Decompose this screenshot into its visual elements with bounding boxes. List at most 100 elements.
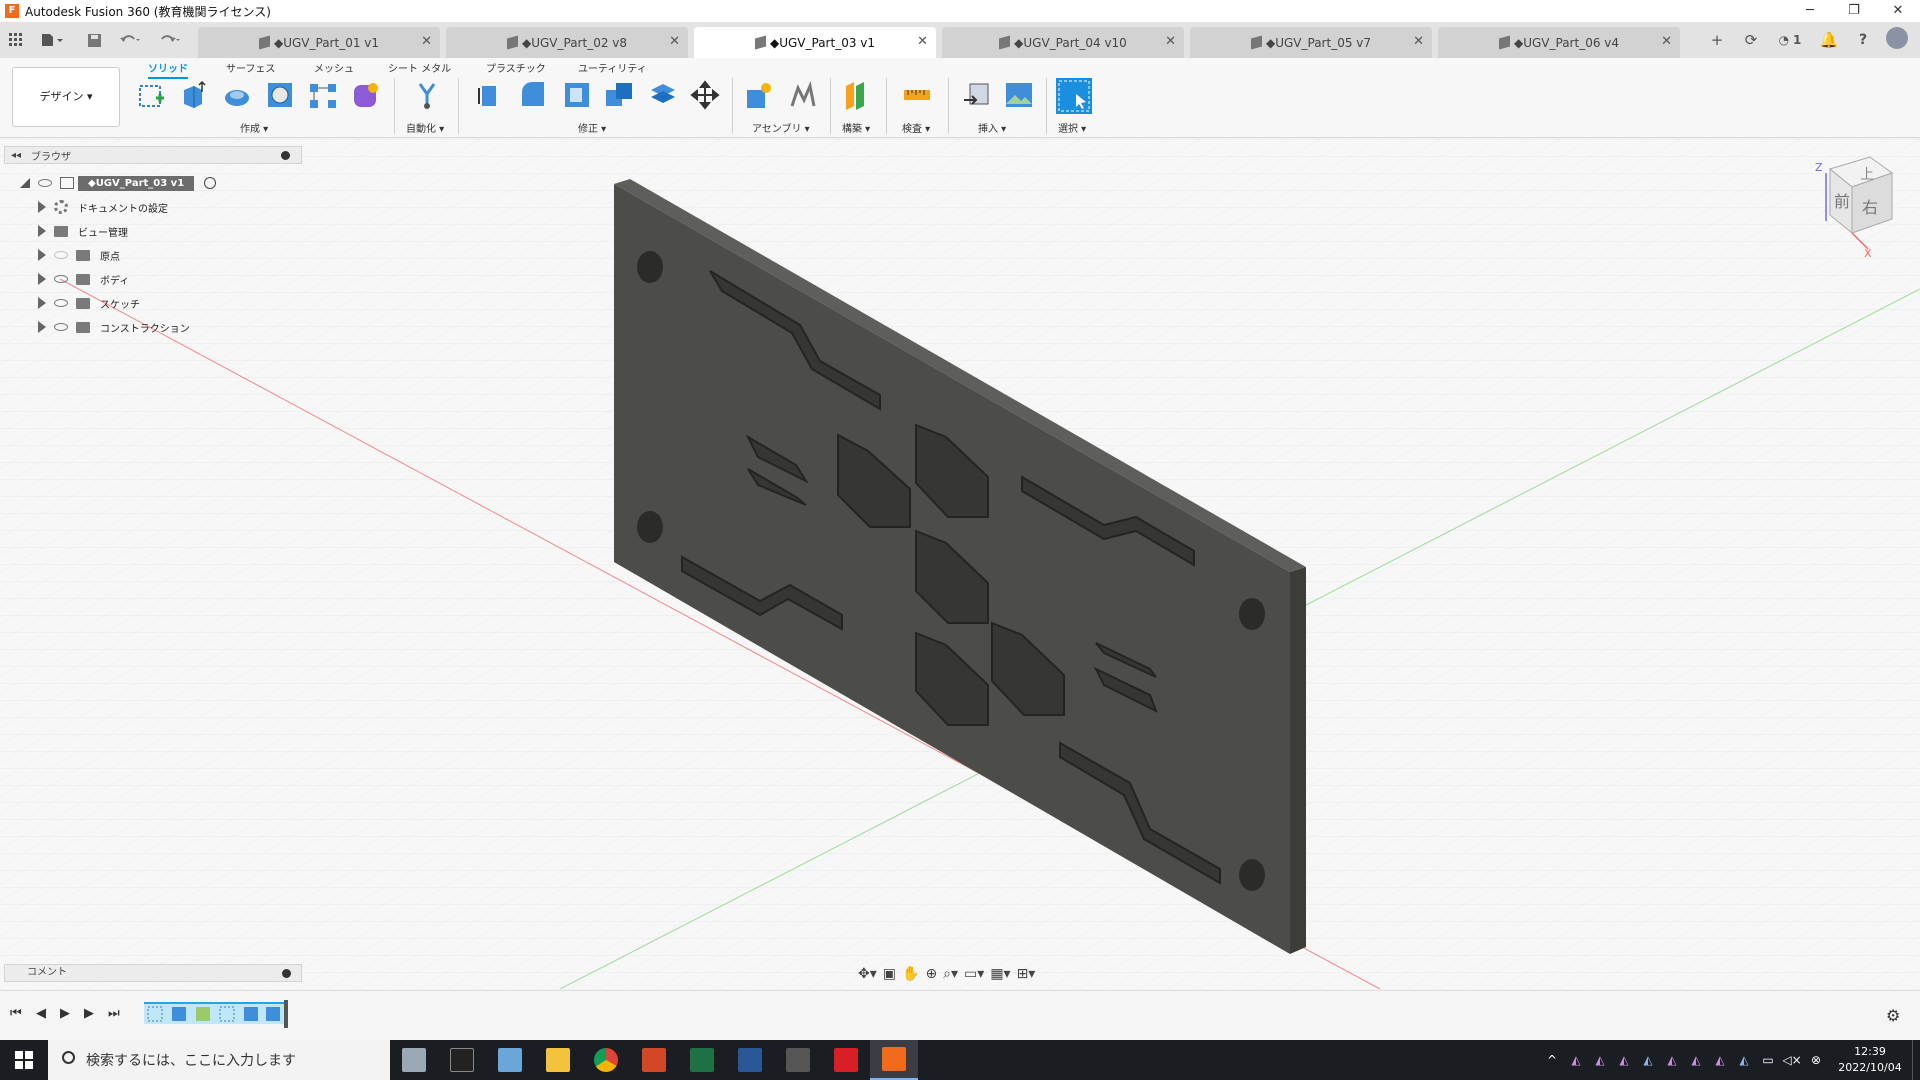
visibility-eye-hidden-icon[interactable]	[54, 251, 68, 259]
restore-button[interactable]: ❐	[1832, 0, 1876, 22]
create-group-label[interactable]: 作成 ▾	[240, 120, 268, 135]
show-desktop-button[interactable]	[1912, 1040, 1920, 1080]
extrude-icon[interactable]	[178, 80, 208, 110]
browser-item-origin[interactable]: 原点	[38, 245, 120, 265]
timeline-features[interactable]	[144, 1002, 284, 1024]
insert-canvas-icon[interactable]	[1004, 80, 1034, 110]
inspect-group-label[interactable]: 検査 ▾	[902, 120, 930, 135]
tab-ugv-part-03[interactable]: ◆UGV_Part_03 v1 ✕	[694, 27, 936, 58]
automate-group-label[interactable]: 自動化 ▾	[406, 120, 444, 135]
joint-icon[interactable]	[788, 80, 818, 110]
browser-item-construction[interactable]: コンストラクション	[38, 317, 190, 337]
fusion-360-taskbar-icon[interactable]	[870, 1040, 918, 1080]
viewports-icon[interactable]: ⊞▾	[1017, 966, 1036, 982]
automate-icon[interactable]	[412, 80, 442, 110]
timeline-settings-gear-icon[interactable]: ⚙	[1886, 1006, 1900, 1025]
notifications-bell-icon[interactable]: 🔔	[1812, 31, 1846, 49]
look-at-icon[interactable]: ▣	[883, 966, 896, 982]
file-explorer-icon[interactable]	[534, 1040, 582, 1080]
powerpoint-icon[interactable]	[630, 1040, 678, 1080]
expand-triangle-icon[interactable]	[38, 201, 46, 213]
close-tab-icon[interactable]: ✕	[1165, 34, 1176, 49]
job-status-icon[interactable]: ◔ 1	[1768, 33, 1812, 47]
measure-icon[interactable]	[902, 80, 932, 110]
visibility-eye-icon[interactable]	[54, 323, 68, 331]
timeline-extrude-icon[interactable]	[266, 1007, 280, 1021]
play-icon[interactable]: ▶	[60, 1006, 70, 1021]
browser-header[interactable]: ◂◂ ブラウザ	[4, 146, 302, 164]
expand-triangle-icon[interactable]	[38, 321, 46, 333]
tab-ugv-part-02[interactable]: ◆UGV_Part_02 v8 ✕	[446, 27, 688, 58]
task-view-app-icon[interactable]	[390, 1040, 438, 1080]
user-avatar[interactable]	[1880, 27, 1914, 53]
grid-settings-icon[interactable]: ▦▾	[990, 966, 1010, 982]
workspace-switcher[interactable]: デザイン ▾	[12, 67, 120, 127]
display-settings-icon[interactable]: ▭▾	[964, 966, 984, 982]
insert-derive-icon[interactable]	[962, 80, 992, 110]
tray-app-icon[interactable]: ◭	[1564, 1053, 1588, 1067]
tray-app-icon[interactable]: ◭	[1588, 1053, 1612, 1067]
visibility-eye-icon[interactable]	[38, 179, 52, 187]
pattern-icon[interactable]	[308, 80, 338, 110]
browser-item-bodies[interactable]: ボディ	[38, 269, 129, 289]
tray-app-icon[interactable]: ◭	[1636, 1053, 1660, 1067]
ribbon-tab-plastic[interactable]: プラスチック	[486, 60, 546, 75]
assemble-group-label[interactable]: アセンブリ ▾	[752, 120, 810, 135]
fit-window-icon[interactable]: ⌕▾	[943, 966, 958, 982]
timeline-sketch-icon[interactable]	[147, 1006, 163, 1022]
tray-app-icon[interactable]: ◭	[1684, 1053, 1708, 1067]
taskbar-clock[interactable]: 12:39 2022/10/04	[1828, 1044, 1912, 1076]
select-group-label[interactable]: 選択 ▾	[1058, 120, 1086, 135]
modify-group-label[interactable]: 修正 ▾	[578, 120, 606, 135]
expand-triangle-icon[interactable]	[38, 273, 46, 285]
zoom-icon[interactable]: ⊕	[925, 966, 937, 982]
windows-start-icon[interactable]	[0, 1040, 48, 1080]
construct-group-label[interactable]: 構築 ▾	[842, 120, 870, 135]
go-to-end-icon[interactable]: ⏭	[108, 1006, 120, 1021]
ribbon-tab-solid[interactable]: ソリッド	[148, 60, 188, 79]
activate-radio-icon[interactable]	[204, 177, 217, 189]
tray-app-icon[interactable]: ◭	[1732, 1053, 1756, 1067]
extensions-icon[interactable]: ⟳	[1734, 31, 1768, 49]
volume-icon[interactable]: ◁×	[1780, 1053, 1804, 1067]
comments-panel[interactable]: コメント	[4, 964, 302, 982]
undo-icon[interactable]	[116, 22, 144, 58]
taskbar-search-box[interactable]: 検索するには、ここに入力します	[48, 1040, 390, 1080]
browser-item-document-settings[interactable]: ドキュメントの設定	[38, 197, 168, 217]
solidworks-icon[interactable]	[822, 1040, 870, 1080]
browser-root-node[interactable]: ◆UGV_Part_03 v1	[20, 173, 217, 193]
redo-icon[interactable]	[156, 22, 184, 58]
sketch-tool-icon[interactable]	[774, 1040, 822, 1080]
go-to-start-icon[interactable]: ⏮	[10, 1006, 22, 1021]
word-icon[interactable]	[726, 1040, 774, 1080]
expanded-triangle-icon[interactable]	[20, 178, 30, 188]
revolve-icon[interactable]	[222, 80, 252, 110]
pan-hand-icon[interactable]: ✋	[902, 966, 919, 982]
file-menu-icon[interactable]	[38, 22, 66, 58]
offset-face-icon[interactable]	[648, 80, 678, 110]
tab-ugv-part-04[interactable]: ◆UGV_Part_04 v10 ✕	[942, 27, 1184, 58]
tray-app-icon[interactable]: ◭	[1660, 1053, 1684, 1067]
ribbon-tab-sheet-metal[interactable]: シート メタル	[388, 60, 451, 75]
offset-plane-icon[interactable]	[842, 80, 872, 110]
notes-app-icon[interactable]	[486, 1040, 534, 1080]
add-comment-icon[interactable]	[282, 969, 291, 978]
step-forward-icon[interactable]: ▶	[84, 1006, 94, 1021]
expand-triangle-icon[interactable]	[38, 225, 46, 237]
ribbon-tab-mesh[interactable]: メッシュ	[314, 60, 354, 75]
timeline-marker[interactable]	[284, 1000, 288, 1028]
step-back-icon[interactable]: ◀	[36, 1006, 46, 1021]
close-tab-icon[interactable]: ✕	[421, 34, 432, 49]
tray-app-icon[interactable]: ◭	[1612, 1053, 1636, 1067]
close-tab-icon[interactable]: ✕	[1661, 34, 1672, 49]
terminal-app-icon[interactable]	[438, 1040, 486, 1080]
close-tab-icon[interactable]: ✕	[669, 34, 680, 49]
pin-panel-icon[interactable]	[281, 150, 290, 160]
move-copy-icon[interactable]	[690, 80, 720, 110]
show-hidden-icons-icon[interactable]: ^	[1540, 1053, 1564, 1067]
browser-item-sketches[interactable]: スケッチ	[38, 293, 140, 313]
close-tab-icon[interactable]: ✕	[917, 34, 928, 49]
ribbon-tab-utility[interactable]: ユーティリティ	[578, 60, 647, 75]
chrome-browser-icon[interactable]	[582, 1040, 630, 1080]
expand-triangle-icon[interactable]	[38, 297, 46, 309]
